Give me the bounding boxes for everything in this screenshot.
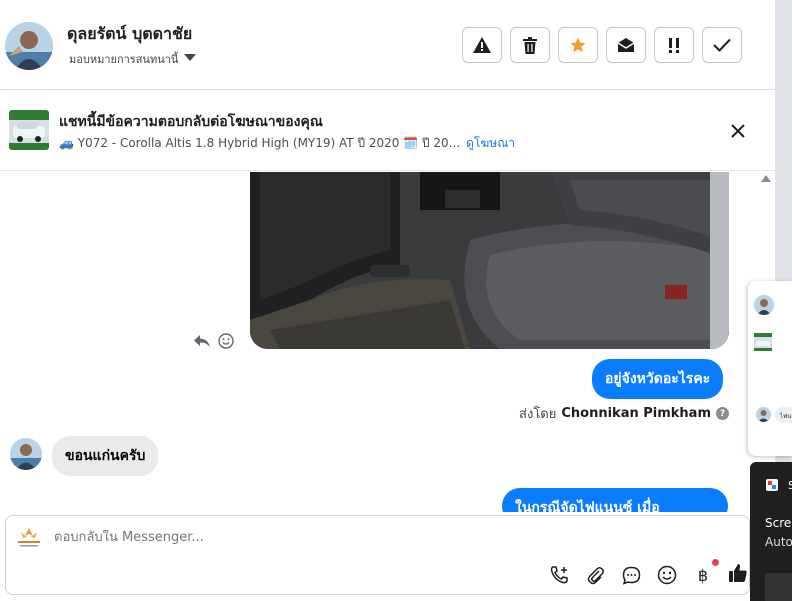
contact-avatar[interactable] [5,22,53,70]
reply-composer: ฿ [5,515,750,595]
incoming-message[interactable]: ขอนแก่นครับ [52,436,159,476]
assign-label: มอบหมายการสนทนานี้ [69,53,179,66]
view-ad-link[interactable]: ดูโฆษณา [466,134,515,153]
composer-toolbar: ฿ [548,559,719,586]
screenshot-app-icon [765,477,779,491]
star-button[interactable] [558,27,598,63]
attach-button[interactable] [584,564,606,586]
baht-icon: ฿ [697,565,709,585]
sent-by-row: ส่งโดย Chonnikan Pimkham ? [519,403,729,424]
ad-details: 🚙 Y072 - Corolla Altis 1.8 Hybrid High (… [59,136,461,150]
assign-dropdown[interactable]: มอบหมายการสนทนานี้ [69,50,197,68]
close-icon [731,124,745,138]
warning-icon [473,37,491,53]
emoji-button[interactable] [656,564,678,586]
chevron-down-icon [184,53,197,61]
smiley-icon [657,565,677,585]
delete-button[interactable] [510,27,550,63]
page-logo [15,526,43,550]
notification-title: Scre [765,516,792,530]
message-input[interactable] [54,530,654,545]
close-banner-button[interactable] [728,121,748,141]
envelope-open-icon [617,38,635,52]
ad-banner-title: แชทนี้มีข้อความตอบกลับต่อโฆษณาของคุณ [59,114,323,130]
ad-reply-banner: แชทนี้มีข้อความตอบกลับต่อโฆษณาของคุณ 🚙 Y… [0,91,775,171]
check-icon [713,38,731,52]
scroll-up-arrow-icon[interactable] [761,175,771,182]
conversation-actions [462,27,742,63]
reply-icon[interactable] [193,333,211,352]
conversation-header: ดุลยรัตน์ บุตดาชัย มอบหมายการสนทนานี้ [0,0,775,90]
sent-by-prefix: ส่งโดย [519,407,557,422]
outgoing-message[interactable]: อยู่จังหวัดอะไรคะ [592,359,724,399]
mark-unread-button[interactable] [606,27,646,63]
done-button[interactable] [702,27,742,63]
thumbs-up-icon [729,564,747,582]
notification-body: Auto [765,535,792,549]
help-icon[interactable]: ? [716,407,729,420]
trash-icon [523,36,537,54]
screenshot-notification[interactable]: S Scre Auto [750,462,792,601]
saved-replies-button[interactable] [620,564,642,586]
react-emoji-icon[interactable] [218,333,234,353]
preview-message: ไฟน [775,407,792,423]
chat-bubble-icon [622,566,640,585]
notification-preview [765,573,792,601]
preview-ad-thumbnail [754,333,772,351]
star-icon [570,37,586,53]
notification-app-name: S [788,479,792,492]
contact-avatar-small[interactable] [10,438,42,470]
call-button[interactable] [548,564,570,586]
floating-chat-preview[interactable]: ไฟน [748,281,792,456]
payment-button[interactable]: ฿ [692,559,719,586]
follow-up-button[interactable] [654,27,694,63]
priority-icon [669,38,679,53]
paperclip-icon [587,567,604,585]
preview-avatar-small [756,407,771,422]
spam-button[interactable] [462,27,502,63]
preview-avatar [754,295,774,315]
ad-thumbnail[interactable] [9,110,49,150]
car-interior-photo[interactable] [250,172,729,349]
notification-dot [712,559,719,566]
ad-details-row: 🚙 Y072 - Corolla Altis 1.8 Hybrid High (… [59,134,515,153]
message-thread[interactable]: อยู่จังหวัดอะไรคะ ส่งโดย Chonnikan Pimkh… [0,172,775,512]
contact-name[interactable]: ดุลยรัตน์ บุตดาชัย [67,22,192,47]
sender-name: Chonnikan Pimkham [561,406,711,421]
like-button[interactable] [728,563,748,587]
phone-plus-icon [550,566,568,584]
outgoing-message[interactable]: ในกรณีจัดไฟแนนซ์ เมื่อ [502,488,728,512]
